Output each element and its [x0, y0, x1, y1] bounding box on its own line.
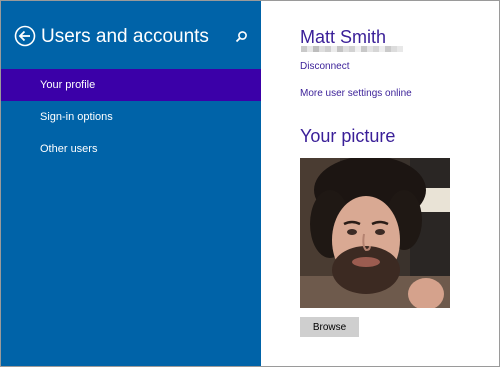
picture-section-title: Your picture	[300, 126, 396, 146]
search-button[interactable]	[233, 29, 249, 45]
profile-pane: Matt Smith Disconnect More user settings…	[261, 1, 499, 366]
back-button[interactable]	[14, 25, 36, 47]
user-name: Matt Smith	[300, 27, 387, 47]
more-settings-link[interactable]: More user settings online	[300, 88, 412, 99]
profile-photo-image	[300, 158, 450, 308]
profile-picture	[300, 158, 450, 308]
nav-item-label: Sign-in options	[40, 111, 113, 123]
nav-item-label: Other users	[40, 143, 98, 155]
pane-header: Users and accounts	[1, 19, 261, 55]
disconnect-link[interactable]: Disconnect	[300, 61, 349, 72]
navigation-pane: Users and accounts Your profile Sign-in …	[1, 1, 261, 366]
search-icon	[235, 31, 247, 43]
nav-list: Your profile Sign-in options Other users	[1, 69, 261, 165]
back-arrow-icon	[14, 25, 36, 47]
browse-button[interactable]: Browse	[300, 317, 359, 337]
account-email-blurred	[301, 46, 403, 52]
nav-item-your-profile[interactable]: Your profile	[1, 69, 261, 101]
page-title: Users and accounts	[41, 26, 209, 47]
nav-item-other-users[interactable]: Other users	[1, 133, 261, 165]
nav-item-sign-in-options[interactable]: Sign-in options	[1, 101, 261, 133]
nav-item-label: Your profile	[40, 79, 96, 91]
